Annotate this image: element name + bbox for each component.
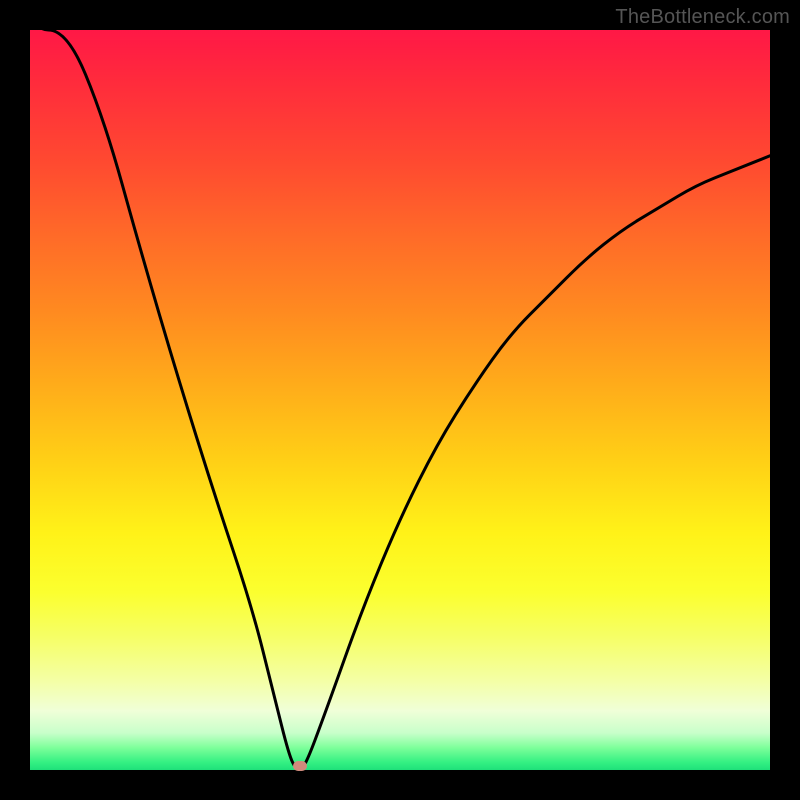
chart-frame: TheBottleneck.com [0, 0, 800, 800]
optimal-point-marker [293, 761, 307, 771]
attribution-label: TheBottleneck.com [615, 6, 790, 29]
plot-area [30, 30, 770, 770]
bottleneck-curve [30, 30, 770, 770]
